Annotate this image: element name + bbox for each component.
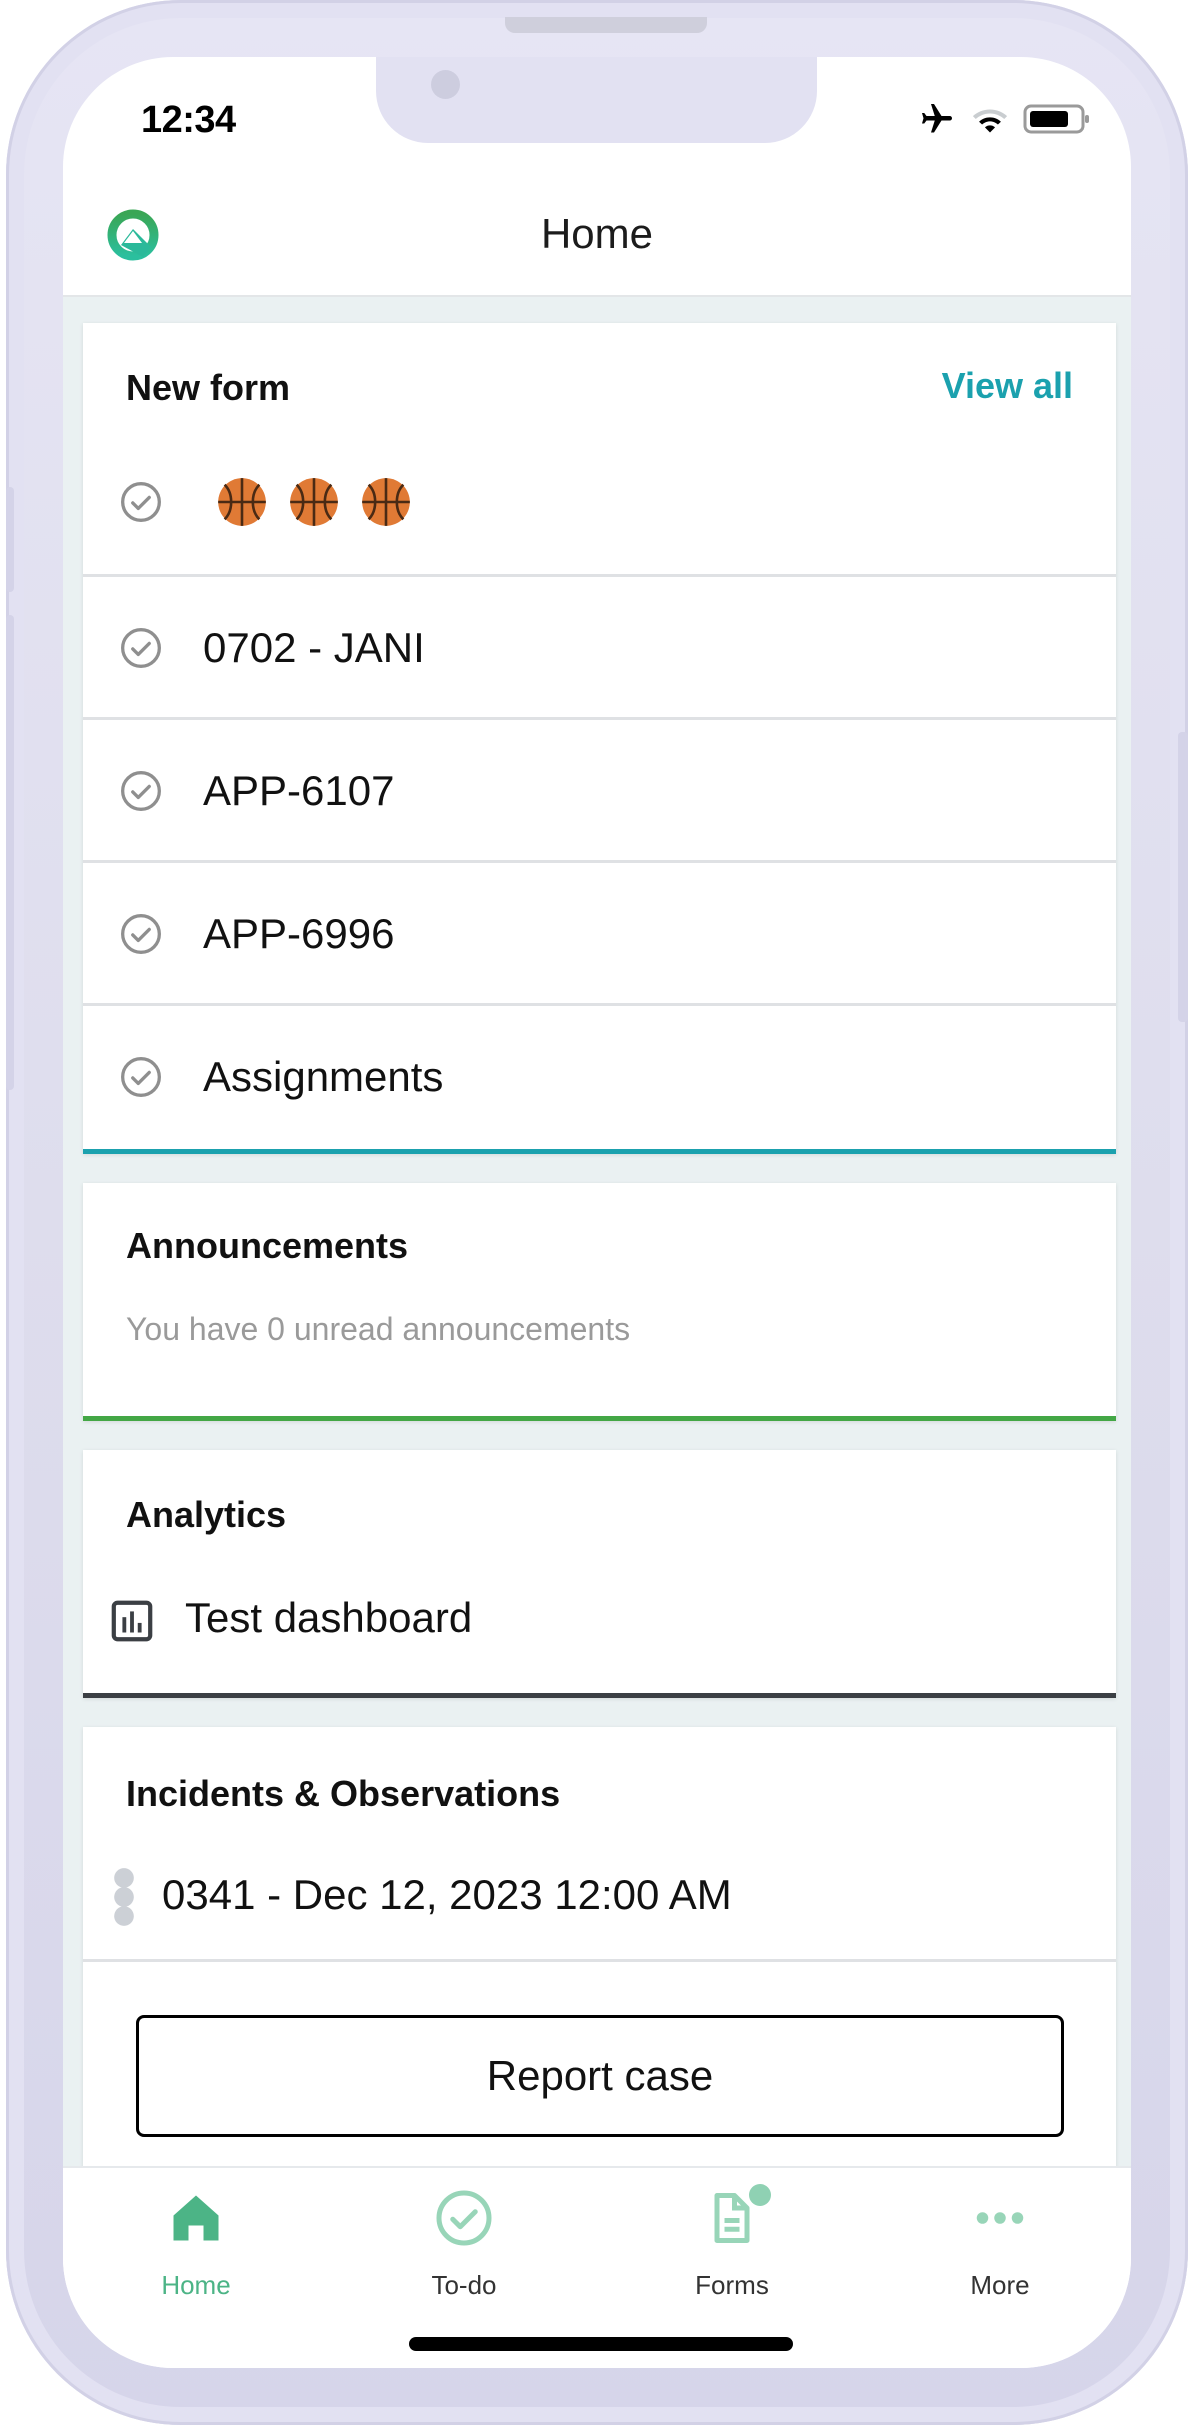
form-item-label: Assignments bbox=[203, 1053, 444, 1100]
device-screen: 12:34 Home New form View all 0702 - JANI… bbox=[63, 57, 1131, 2368]
form-list-item[interactable]: 0702 - JANI bbox=[83, 574, 1116, 719]
divider bbox=[83, 1959, 1116, 1962]
volume-up-button bbox=[6, 615, 14, 815]
dashboard-label: Test dashboard bbox=[185, 1594, 473, 1641]
mute-switch bbox=[6, 487, 14, 592]
announcements-message: You have 0 unread announcements bbox=[126, 1311, 631, 1347]
nav-home[interactable]: Home bbox=[96, 2188, 296, 2301]
volume-down-button bbox=[6, 790, 14, 1090]
nav-more-label: More bbox=[970, 2270, 1030, 2300]
front-camera bbox=[431, 70, 460, 99]
check-circle-icon bbox=[121, 771, 161, 811]
new-form-title: New form bbox=[126, 367, 291, 408]
announcements-card[interactable]: Announcements You have 0 unread announce… bbox=[83, 1183, 1116, 1421]
check-circle-icon bbox=[121, 914, 161, 954]
nav-forms-label: Forms bbox=[695, 2270, 769, 2300]
nav-todo-label: To-do bbox=[431, 2270, 497, 2300]
dashboard-list-item[interactable]: Test dashboard bbox=[83, 1570, 1116, 1670]
analytics-card: Analytics Test dashboard bbox=[83, 1450, 1116, 1698]
nav-todo[interactable]: To-do bbox=[364, 2188, 564, 2301]
form-list-item[interactable]: APP-6996 bbox=[83, 860, 1116, 1005]
notch bbox=[376, 57, 817, 143]
app-header: Home bbox=[63, 180, 1131, 297]
check-circle-icon bbox=[436, 2190, 492, 2246]
nav-forms[interactable]: Forms bbox=[632, 2184, 832, 2301]
check-circle-icon bbox=[121, 1057, 161, 1097]
home-icon bbox=[173, 2195, 219, 2241]
airplane-mode-icon bbox=[922, 104, 952, 133]
form-item-label: 0702 - JANI bbox=[203, 624, 425, 671]
status-dots-icon bbox=[114, 1868, 134, 1926]
check-circle-icon bbox=[121, 482, 161, 522]
battery-icon bbox=[1023, 104, 1089, 134]
basketball-icon bbox=[362, 478, 410, 526]
analytics-title: Analytics bbox=[126, 1494, 287, 1535]
more-dots-icon bbox=[976, 2212, 1024, 2224]
form-list-item[interactable] bbox=[83, 431, 1116, 573]
form-list-item[interactable]: APP-6107 bbox=[83, 717, 1116, 862]
status-icons bbox=[917, 101, 1091, 137]
announcements-title: Announcements bbox=[126, 1225, 409, 1266]
new-form-card: New form View all 0702 - JANI APP-6107 A… bbox=[83, 323, 1116, 1154]
view-all-link[interactable]: View all bbox=[942, 365, 1073, 407]
incidents-title: Incidents & Observations bbox=[126, 1773, 561, 1814]
incident-list-item[interactable]: 0341 - Dec 12, 2023 12:00 AM bbox=[83, 1847, 1116, 1959]
form-item-label bbox=[216, 476, 412, 528]
home-content[interactable]: New form View all 0702 - JANI APP-6107 A… bbox=[63, 297, 1131, 2167]
report-case-button[interactable]: Report case bbox=[136, 2015, 1064, 2137]
basketball-icon bbox=[218, 478, 266, 526]
form-item-label: APP-6107 bbox=[203, 767, 395, 814]
bar-chart-icon bbox=[111, 1600, 153, 1642]
page-title: Home bbox=[540, 210, 654, 257]
home-indicator[interactable] bbox=[409, 2337, 793, 2351]
forms-badge bbox=[749, 2184, 771, 2206]
check-circle-icon bbox=[121, 628, 161, 668]
status-time: 12:34 bbox=[141, 99, 236, 141]
form-list-item[interactable]: Assignments bbox=[83, 1003, 1116, 1148]
wifi-icon bbox=[972, 109, 1008, 133]
incidents-card: Incidents & Observations 0341 - Dec 12, … bbox=[83, 1727, 1116, 2167]
speaker-grille bbox=[505, 17, 707, 33]
nav-more[interactable]: More bbox=[900, 2188, 1100, 2301]
power-button bbox=[1178, 732, 1188, 1022]
basketball-emojis bbox=[216, 476, 412, 528]
form-item-label: APP-6996 bbox=[203, 910, 395, 957]
incident-label: 0341 - Dec 12, 2023 12:00 AM bbox=[162, 1871, 732, 1918]
basketball-icon bbox=[290, 478, 338, 526]
nav-home-label: Home bbox=[161, 2270, 231, 2300]
